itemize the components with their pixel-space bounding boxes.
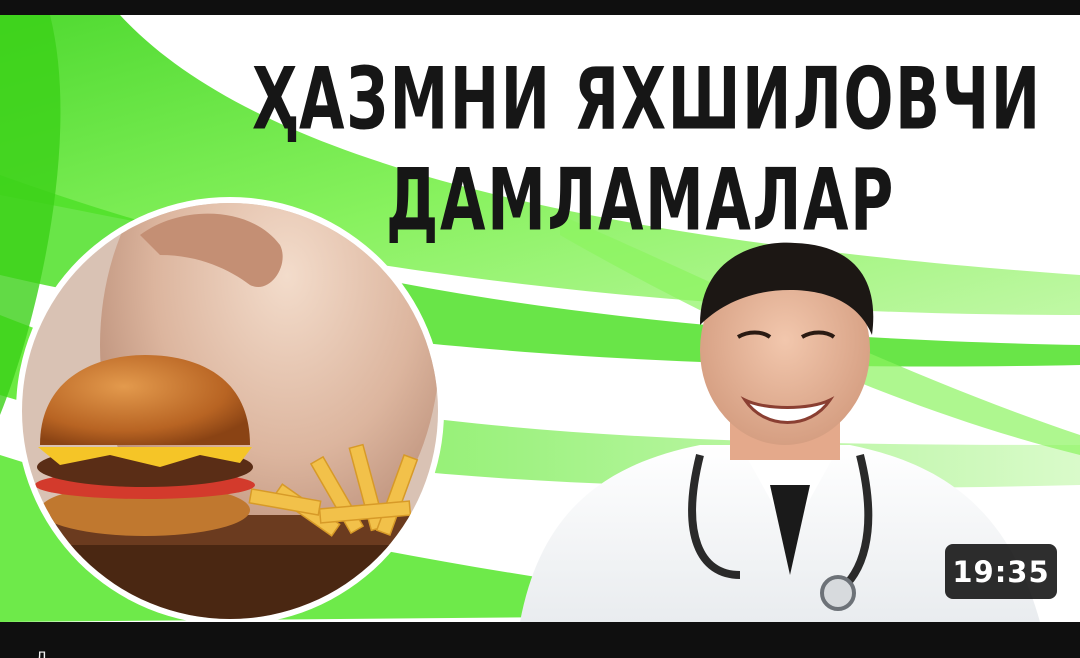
thumbnail-title-line-1: ҲАЗМНИ ЯХШИЛОВЧИ <box>252 49 1042 150</box>
video-info-strip: Д <box>0 622 1080 658</box>
video-thumbnail[interactable]: ҲАЗМНИ ЯХШИЛОВЧИ ДАМЛАМАЛАР 19:35 <box>0 15 1080 622</box>
duration-badge: 19:35 <box>945 544 1057 599</box>
video-title-peek[interactable]: Д <box>36 646 68 658</box>
video-feed-page: ҲАЗМНИ ЯХШИЛОВЧИ ДАМЛАМАЛАР 19:35 Д <box>0 0 1080 658</box>
thumbnail-title-line-2: ДАМЛАМАЛАР <box>386 150 896 251</box>
